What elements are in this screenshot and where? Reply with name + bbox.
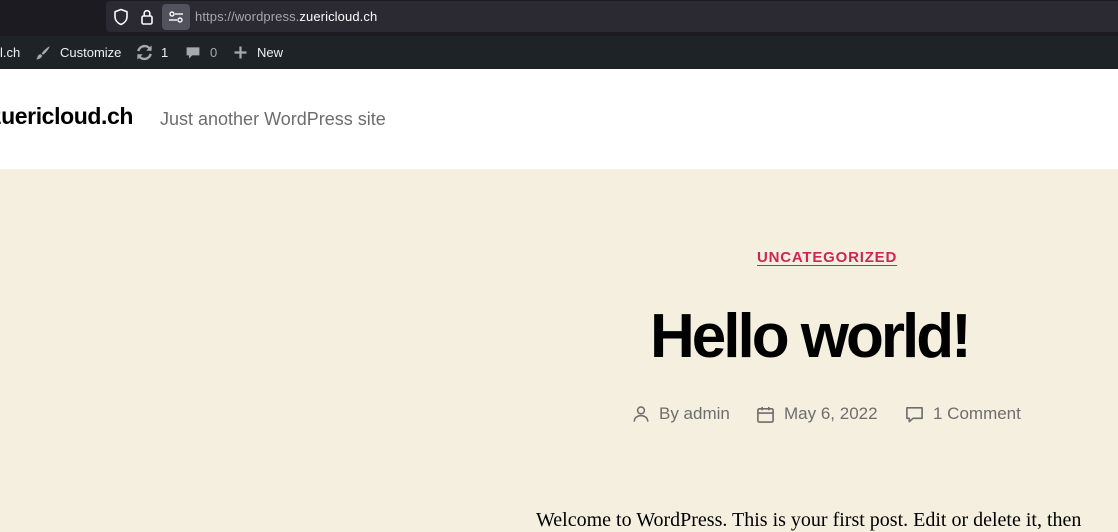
post-date[interactable]: May 6, 2022 — [756, 402, 878, 426]
person-icon — [633, 406, 649, 422]
url-scheme: https://wordpress. — [195, 9, 300, 24]
comments-link[interactable]: 0 — [185, 36, 217, 69]
comments-count: 0 — [210, 45, 218, 60]
url-text[interactable]: https://wordpress.zuericloud.ch — [195, 9, 377, 24]
admin-bar-site-link[interactable]: l.ch — [0, 36, 20, 69]
post-title[interactable]: Hello world! — [650, 297, 972, 377]
lock-icon[interactable] — [137, 7, 157, 27]
post-excerpt: Welcome to WordPress. This is your first… — [536, 509, 1082, 531]
customize-label: Customize — [60, 45, 122, 60]
shield-icon[interactable] — [111, 7, 131, 27]
updates-link[interactable]: 1 — [135, 36, 168, 69]
comment-icon — [906, 406, 923, 422]
new-label: New — [257, 45, 284, 60]
permissions-icon — [169, 11, 183, 23]
calendar-icon — [757, 406, 774, 423]
paintbrush-icon — [36, 45, 50, 59]
post-author-text: By admin — [659, 404, 730, 423]
new-content-link[interactable]: New — [233, 36, 283, 69]
permissions-button[interactable] — [162, 4, 190, 30]
site-tagline: Just another WordPress site — [160, 109, 386, 129]
address-bar[interactable]: https://wordpress.zuericloud.ch — [106, 1, 1118, 32]
category-link[interactable]: UNCATEGORIZED — [757, 249, 897, 266]
url-domain: zuericloud.ch — [299, 9, 378, 24]
comment-bubble-icon — [186, 46, 200, 59]
updates-count: 1 — [161, 45, 169, 60]
post-comments-text: 1 Comment — [933, 404, 1021, 423]
post-author[interactable]: By admin — [632, 402, 730, 426]
plus-icon — [234, 46, 247, 59]
post-comments-link[interactable]: 1 Comment — [905, 402, 1021, 426]
customize-link[interactable]: Customize — [34, 36, 121, 69]
browser-toolbar: https://wordpress.zuericloud.ch — [0, 0, 1118, 36]
post-article: UNCATEGORIZED Hello world! By admin May … — [0, 169, 1118, 531]
admin-bar-site-label: l.ch — [0, 45, 21, 60]
wp-admin-bar: l.ch Customize 1 0 New — [0, 36, 1118, 69]
site-header: zuericloud.ch Just another WordPress sit… — [0, 69, 1118, 169]
site-title[interactable]: zuericloud.ch — [0, 103, 133, 130]
post-date-text: May 6, 2022 — [784, 404, 878, 423]
updates-icon — [137, 44, 152, 61]
